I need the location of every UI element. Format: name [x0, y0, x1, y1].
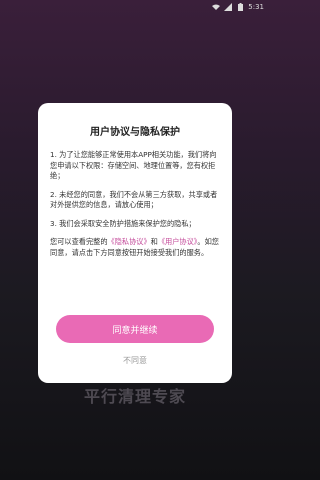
- battery-icon: [236, 3, 244, 11]
- agree-and-continue-button[interactable]: 同意并继续: [56, 315, 214, 343]
- dialog-paragraph-2: 2. 未经您的同意，我们不会从第三方获取，共享或者对外提供您的信息，请放心使用；: [50, 189, 218, 210]
- para4-and: 和: [150, 237, 158, 246]
- disagree-button[interactable]: 不同意: [38, 355, 232, 366]
- wifi-icon: [212, 3, 221, 11]
- status-time: 5:31: [248, 3, 264, 11]
- para4-prefix: 您可以查看完整的: [50, 237, 108, 246]
- privacy-policy-link[interactable]: 《隐私协议》: [108, 237, 151, 246]
- dialog-title: 用户协议与隐私保护: [90, 127, 180, 138]
- privacy-dialog: 用户协议与隐私保护 1. 为了让您能够正常使用本APP相关功能，我们将向您申请以…: [38, 103, 232, 383]
- dialog-paragraph-1: 1. 为了让您能够正常使用本APP相关功能，我们将向您申请以下权限：存储空间、地…: [50, 150, 217, 180]
- background-app-title: 平行清理专家: [83, 387, 186, 406]
- dialog-paragraph-3: 3. 我们会采取安全防护措施来保护您的隐私；: [50, 218, 196, 228]
- signal-icon: [224, 3, 233, 11]
- user-agreement-link[interactable]: 《用户协议》: [158, 237, 198, 246]
- dialog-paragraph-4: 您可以查看完整的《隐私协议》和《用户协议》。如您同意，请点击下方同意按钮开始接受…: [50, 237, 220, 258]
- status-bar: 5:31: [0, 0, 270, 14]
